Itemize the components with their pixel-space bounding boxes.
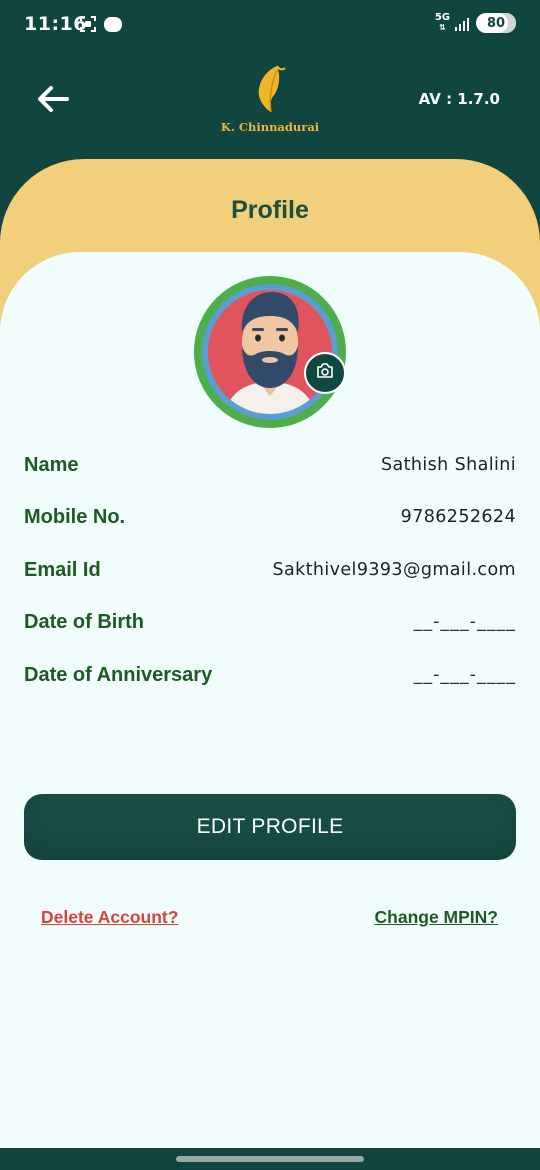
field-mobile: Mobile No. 9786252624 <box>24 502 516 532</box>
field-email: Email Id Sakthivel9393@gmail.com <box>24 555 516 585</box>
battery-icon: 80 <box>476 13 516 33</box>
change-mpin-link[interactable]: Change MPIN? <box>375 907 498 928</box>
app-version: AV : 1.7.0 <box>418 90 500 108</box>
field-value: 9786252624 <box>400 507 516 527</box>
arrow-left-icon <box>37 85 69 117</box>
status-bar: 11:16 5G ⇅ 80 <box>0 0 540 52</box>
field-label: Email Id <box>24 558 101 581</box>
field-label: Mobile No. <box>24 505 126 528</box>
screenshot-icon <box>79 15 97 33</box>
back-button[interactable] <box>32 82 74 120</box>
field-label: Name <box>24 453 79 476</box>
camera-icon <box>315 362 335 384</box>
field-label: Date of Birth <box>24 610 144 633</box>
status-time: 11:16 <box>24 13 87 35</box>
notification-app-icon <box>104 17 122 32</box>
data-arrows-icon: ⇅ <box>439 23 446 32</box>
edit-profile-button[interactable]: EDIT PROFILE <box>24 794 516 860</box>
field-value: Sakthivel9393@gmail.com <box>272 560 516 580</box>
status-right: 5G ⇅ 80 <box>435 13 516 33</box>
field-name: Name Sathish Shalini <box>24 450 516 480</box>
battery-level: 80 <box>486 15 506 31</box>
field-value: Sathish Shalini <box>380 455 516 475</box>
field-value: __-___-____ <box>413 665 516 685</box>
feather-logo-icon <box>253 65 287 118</box>
network-label: 5G ⇅ <box>435 13 450 33</box>
logo-text: K. Chinnadurai <box>220 120 320 134</box>
signal-icon <box>454 16 470 31</box>
field-date-of-birth: Date of Birth __-___-____ <box>24 607 516 637</box>
page-title: Profile <box>231 196 309 224</box>
delete-account-link[interactable]: Delete Account? <box>41 907 178 928</box>
change-photo-button[interactable] <box>304 352 346 394</box>
field-label: Date of Anniversary <box>24 663 213 686</box>
field-date-of-anniversary: Date of Anniversary __-___-____ <box>24 660 516 690</box>
home-indicator[interactable] <box>176 1156 364 1162</box>
brand-logo: K. Chinnadurai <box>220 64 320 140</box>
network-type: 5G <box>434 12 450 23</box>
field-value: __-___-____ <box>413 612 516 632</box>
